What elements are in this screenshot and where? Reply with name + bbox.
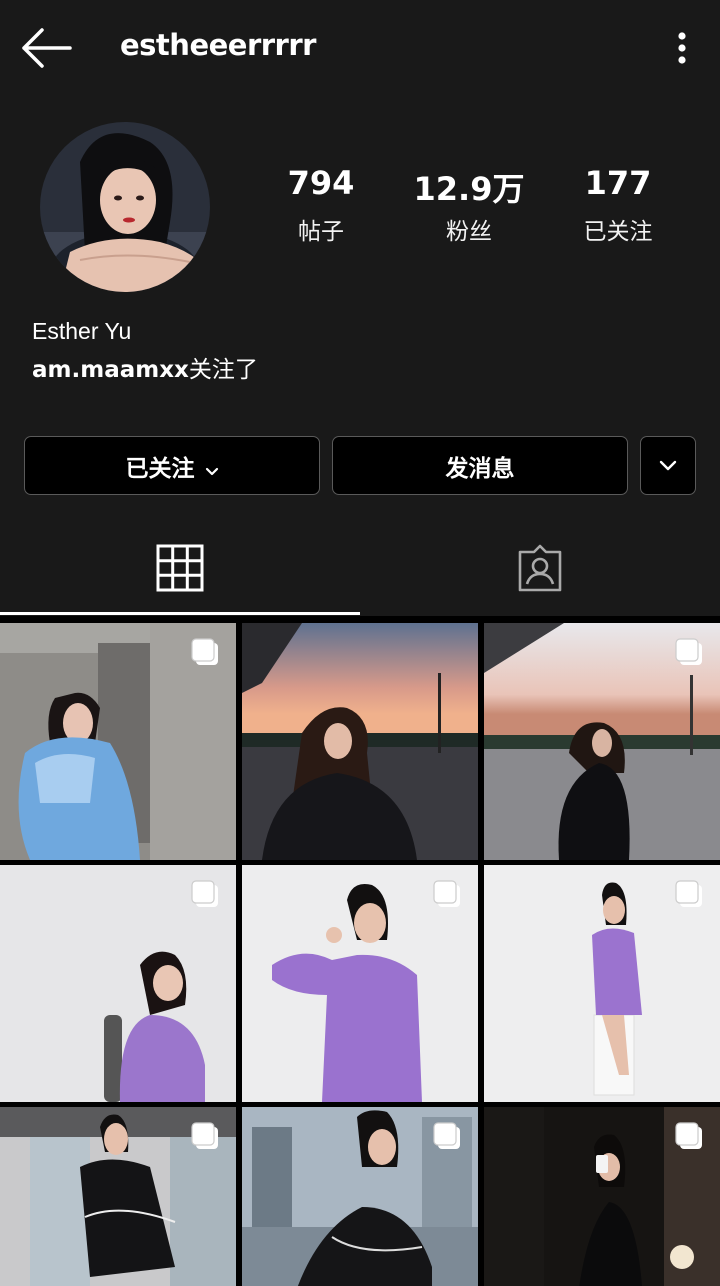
multiple-photos-icon	[674, 637, 706, 669]
multiple-photos-icon	[190, 1121, 222, 1153]
post-tile[interactable]	[242, 623, 478, 860]
post-tile[interactable]	[484, 623, 720, 860]
profile-username: estheeerrrrr	[120, 28, 316, 62]
active-tab-indicator	[0, 612, 360, 615]
following-button-label: 已关注	[125, 455, 195, 482]
followers-count: 12.9万	[413, 170, 525, 208]
following-count: 177	[584, 164, 652, 202]
more-options-icon[interactable]	[660, 26, 704, 70]
followed-by-text[interactable]: am.maamxx关注了	[32, 350, 258, 384]
profile-header: 794 帖子 12.9万 粉丝 177 已关注 Esther Yu am.maa…	[0, 96, 720, 616]
posts-label: 帖子	[298, 219, 344, 245]
post-tile[interactable]	[242, 865, 478, 1102]
followers-label: 粉丝	[446, 219, 492, 245]
post-tile[interactable]	[0, 1107, 236, 1286]
multiple-photos-icon	[190, 879, 222, 911]
multiple-photos-icon	[432, 879, 464, 911]
multiple-photos-icon	[190, 637, 222, 669]
stat-posts[interactable]: 794 帖子	[246, 164, 396, 246]
message-button[interactable]: 发消息	[332, 436, 628, 495]
post-tile[interactable]	[0, 865, 236, 1102]
back-arrow-icon[interactable]	[20, 24, 76, 72]
suggested-accounts-button[interactable]	[640, 436, 696, 495]
avatar[interactable]	[40, 122, 210, 292]
post-tile[interactable]	[0, 623, 236, 860]
top-bar: estheeerrrrr	[0, 0, 720, 96]
tab-tagged[interactable]	[360, 536, 720, 616]
tab-posts-grid[interactable]	[0, 536, 360, 616]
post-tile[interactable]	[242, 1107, 478, 1286]
message-button-label: 发消息	[445, 455, 515, 482]
post-tile[interactable]	[484, 1107, 720, 1286]
chevron-down-icon	[205, 459, 219, 475]
post-tile[interactable]	[484, 865, 720, 1102]
posts-count: 794	[287, 164, 355, 202]
tagged-user-icon	[516, 544, 564, 596]
followed-by-user[interactable]: am.maamxx	[32, 357, 189, 383]
following-button[interactable]: 已关注	[24, 436, 320, 495]
multiple-photos-icon	[432, 1121, 464, 1153]
profile-full-name: Esther Yu	[32, 318, 132, 344]
grid-icon	[156, 544, 204, 596]
stat-following[interactable]: 177 已关注	[543, 164, 693, 246]
multiple-photos-icon	[674, 1121, 706, 1153]
following-label: 已关注	[583, 219, 653, 245]
stat-followers[interactable]: 12.9万 粉丝	[394, 164, 544, 246]
multiple-photos-icon	[674, 879, 706, 911]
followed-by-suffix: 关注了	[188, 357, 258, 383]
chevron-down-icon	[658, 453, 678, 479]
posts-grid	[0, 620, 720, 1286]
